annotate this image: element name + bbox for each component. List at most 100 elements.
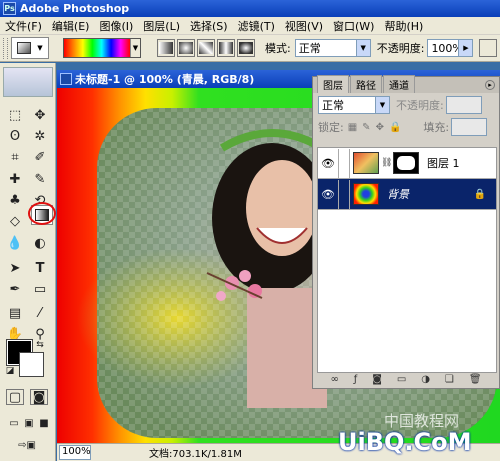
menu-bar: 文件(F) 编辑(E) 图像(I) 图层(L) 选择(S) 滤镜(T) 视图(V… <box>0 17 500 35</box>
opacity-label: 不透明度: <box>376 42 425 55</box>
toolbox: ⬚ ✥ ʘ ✲ ⌗ ✐ ✚ ✎ ♣ ⟲ ◇ 💧 ◐ ➤ T ✒ ▭ ▤ ⁄ ✋ … <box>0 63 56 461</box>
gradient-preview <box>64 39 130 57</box>
default-colors-icon[interactable]: ◪ <box>4 365 16 377</box>
notes-icon[interactable]: ▤ <box>4 303 26 323</box>
brush-icon[interactable]: ✎ <box>29 169 51 189</box>
background-color-swatch[interactable] <box>19 352 44 377</box>
layer-name: 背景 <box>387 188 409 201</box>
highlight-circle <box>28 202 56 225</box>
shape-icon[interactable]: ▭ <box>29 279 51 299</box>
mode-select[interactable]: 正常 ▼ <box>294 39 371 57</box>
layers-panel-tabs: 图层 路径 通道 ▸ <box>313 75 499 93</box>
layer-link-column[interactable] <box>338 179 350 209</box>
document-icon <box>60 73 72 85</box>
jump-to-imageready-icon[interactable]: ⇨▣ <box>8 435 46 455</box>
blend-mode-value: 正常 <box>322 99 344 112</box>
fill-input[interactable] <box>451 118 488 136</box>
blend-row: 正常 ▼ 不透明度: <box>313 93 499 117</box>
path-selection-icon[interactable]: ➤ <box>4 258 26 278</box>
quick-mask-icon[interactable]: ◙ <box>30 389 48 405</box>
swap-colors-icon[interactable]: ⇆ <box>33 339 47 351</box>
tab-channels[interactable]: 通道 <box>383 75 415 93</box>
eye-icon[interactable]: 👁 <box>318 157 338 170</box>
lasso-icon[interactable]: ʘ <box>4 126 26 146</box>
radial-gradient-button[interactable] <box>177 39 195 57</box>
lock-image-icon[interactable]: ✎ <box>362 122 370 133</box>
move-icon[interactable]: ✥ <box>29 105 51 125</box>
menu-view[interactable]: 视图(V) <box>280 18 328 34</box>
lock-position-icon[interactable]: ✥ <box>376 122 384 133</box>
reflected-gradient-button[interactable] <box>217 39 235 57</box>
reverse-checkbox[interactable] <box>479 39 498 57</box>
pen-icon[interactable]: ✒ <box>4 279 26 299</box>
magic-wand-icon[interactable]: ✲ <box>29 126 51 146</box>
menu-edit[interactable]: 编辑(E) <box>47 18 95 34</box>
screen-mode-full-icon[interactable]: ■ <box>33 413 55 433</box>
new-layer-icon[interactable]: ❏ <box>445 374 454 385</box>
panel-menu-icon[interactable]: ▸ <box>485 80 495 90</box>
zoom-field[interactable]: 100% <box>59 445 91 460</box>
layer-mask-thumbnail[interactable] <box>393 152 419 174</box>
menu-select[interactable]: 选择(S) <box>185 18 233 34</box>
app-title-bar: Ps Adobe Photoshop <box>0 0 500 17</box>
gradient-tool-icon <box>17 42 32 54</box>
photoshop-icon: Ps <box>3 2 16 15</box>
diamond-gradient-button[interactable] <box>237 39 255 57</box>
document-info: 文档:703.1K/1.81M <box>149 449 242 460</box>
layer-row-layer1[interactable]: 👁 ⛓ 图层 1 <box>318 148 496 179</box>
panel-opacity-label: 不透明度: <box>396 99 444 112</box>
new-group-icon[interactable]: ▭ <box>397 374 406 385</box>
linear-gradient-button[interactable] <box>157 39 175 57</box>
menu-help[interactable]: 帮助(H) <box>379 18 428 34</box>
menu-image[interactable]: 图像(I) <box>94 18 138 34</box>
lock-transparent-icon[interactable]: ▦ <box>348 122 357 133</box>
tab-paths[interactable]: 路径 <box>350 75 382 93</box>
dodge-icon[interactable]: ◐ <box>29 233 51 253</box>
crop-icon[interactable]: ⌗ <box>4 147 26 167</box>
link-layers-icon[interactable]: ∞ <box>330 374 338 385</box>
menu-file[interactable]: 文件(F) <box>0 18 47 34</box>
panel-opacity-input[interactable] <box>445 96 482 114</box>
layer-name: 图层 1 <box>427 157 460 170</box>
fill-label: 填充: <box>423 121 450 134</box>
lock-all-icon[interactable]: 🔒 <box>389 122 401 133</box>
watermark-site: UiBQ.CoM <box>338 428 472 456</box>
clone-stamp-icon[interactable]: ♣ <box>4 190 26 210</box>
eyedropper-icon[interactable]: ⁄ <box>29 303 51 323</box>
chevron-down-icon: ▼ <box>130 39 140 57</box>
options-bar: ▼ ▼ 模式: 正常 ▼ 不透明度: 100% ▶ <box>0 35 500 62</box>
layers-list: 👁 ⛓ 图层 1 👁 背景 🔒 <box>317 147 497 373</box>
layers-panel: 图层 路径 通道 ▸ 正常 ▼ 不透明度: 锁定: ▦ ✎ ✥ 🔒 填充: 👁 … <box>312 75 500 389</box>
opacity-input[interactable]: 100% ▶ <box>427 39 474 57</box>
chain-icon[interactable]: ⛓ <box>381 158 392 168</box>
blur-icon[interactable]: 💧 <box>4 233 26 253</box>
standard-mode-icon[interactable]: ▢ <box>6 389 24 405</box>
add-mask-icon[interactable]: ◙ <box>372 374 382 385</box>
layers-panel-footer: ∞ ƒ ◙ ▭ ◑ ❏ 🗑 <box>313 371 499 388</box>
marquee-icon[interactable]: ⬚ <box>4 105 26 125</box>
menu-window[interactable]: 窗口(W) <box>328 18 379 34</box>
layer-thumbnail <box>353 183 379 205</box>
options-grip[interactable] <box>3 37 8 59</box>
layer-style-icon[interactable]: ƒ <box>354 374 358 385</box>
menu-layer[interactable]: 图层(L) <box>138 18 185 34</box>
eraser-icon[interactable]: ◇ <box>4 211 26 231</box>
lock-row: 锁定: ▦ ✎ ✥ 🔒 填充: <box>313 117 499 137</box>
angle-gradient-button[interactable] <box>197 39 215 57</box>
eye-icon[interactable]: 👁 <box>318 188 338 201</box>
tab-layers[interactable]: 图层 <box>317 75 349 93</box>
slice-icon[interactable]: ✐ <box>29 147 51 167</box>
menu-filter[interactable]: 滤镜(T) <box>233 18 280 34</box>
adjustment-layer-icon[interactable]: ◑ <box>421 374 430 385</box>
delete-layer-icon[interactable]: 🗑 <box>469 374 482 385</box>
tool-preset-picker[interactable]: ▼ <box>11 37 49 59</box>
chevron-right-icon: ▶ <box>458 40 473 56</box>
blend-mode-select[interactable]: 正常 ▼ <box>318 96 390 114</box>
healing-brush-icon[interactable]: ✚ <box>4 169 26 189</box>
layer-link-column[interactable] <box>338 148 350 178</box>
lock-label: 锁定: <box>318 121 344 134</box>
layer-row-background[interactable]: 👁 背景 🔒 <box>318 179 496 210</box>
photoshop-feather-logo <box>3 67 53 97</box>
type-icon[interactable]: T <box>29 258 51 278</box>
gradient-picker[interactable]: ▼ <box>63 38 141 58</box>
